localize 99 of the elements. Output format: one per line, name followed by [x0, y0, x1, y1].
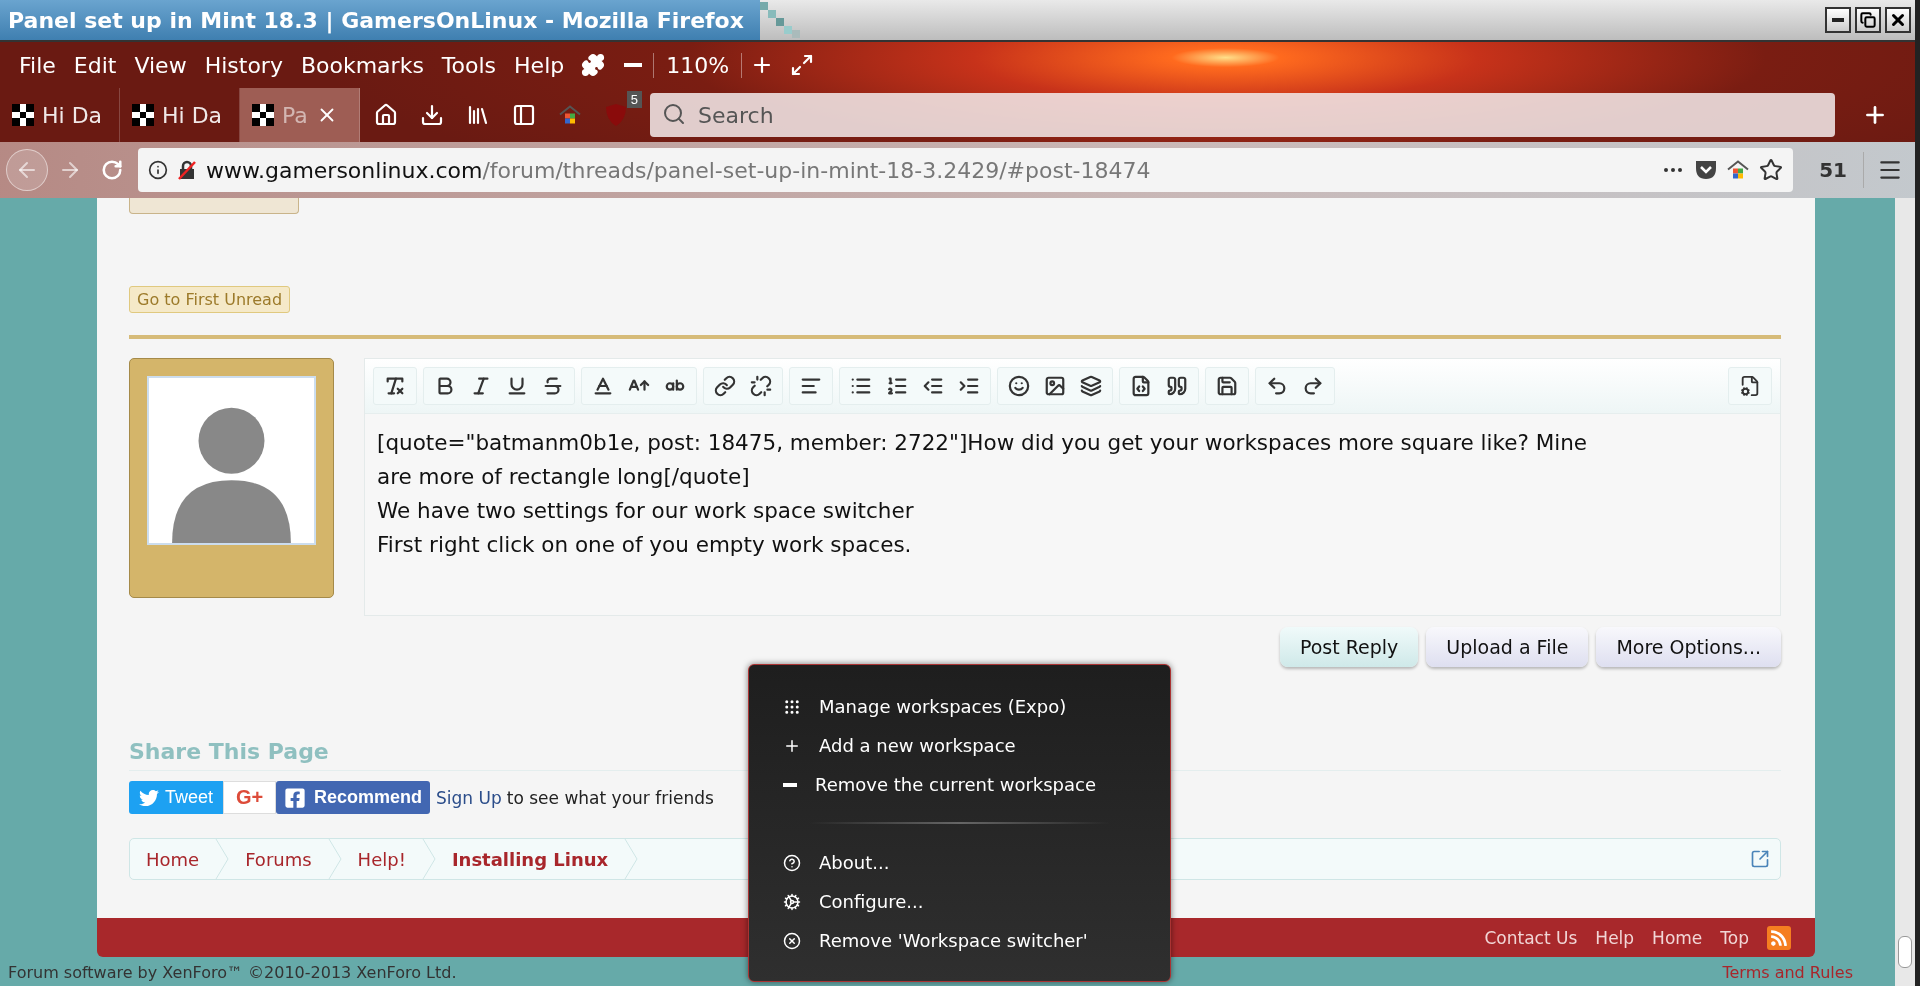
save-icon[interactable] [1216, 375, 1238, 397]
numbered-list-icon[interactable] [886, 375, 908, 397]
footer-link[interactable]: Home [1652, 927, 1703, 948]
restore-icon[interactable] [1860, 12, 1876, 28]
menu-item[interactable]: Configure... [749, 882, 1170, 921]
menu-item-label: Remove the current workspace [815, 774, 1097, 795]
address-field[interactable]: www.gamersonlinux.com/forum/threads/panel-set-up-in-mint-18-3.2429/#post-18474 [138, 148, 1794, 192]
menu-item-label: About... [819, 852, 890, 873]
tab-favicon-icon [132, 104, 154, 126]
footer-link[interactable]: Help [1595, 927, 1635, 948]
pixel-decoration-drawing [759, 2, 800, 38]
breadcrumb-link[interactable]: Help! [341, 848, 422, 870]
gears-icon [783, 892, 801, 911]
menu-item[interactable]: View [125, 52, 196, 78]
fullscreen-icon[interactable] [790, 53, 815, 77]
recommend-text: to see what your friends [506, 787, 714, 808]
url-text: www.gamersonlinux.com/forum/threads/panel-set-up-in-mint-18-3.2429/#post-18474 [206, 157, 1152, 183]
outdent-icon[interactable] [922, 375, 944, 397]
download-icon[interactable] [420, 103, 444, 127]
menu-item[interactable]: Help [505, 52, 574, 78]
zoom-level: 110% [653, 52, 743, 78]
menu-item-label: Remove 'Workspace switcher' [819, 930, 1088, 951]
jump-icon[interactable] [1750, 849, 1770, 869]
remove-icon [783, 931, 801, 950]
clear-format-icon[interactable] [384, 375, 406, 397]
grid-icon [783, 697, 801, 716]
media-icon[interactable] [1080, 375, 1102, 397]
breadcrumb-link[interactable]: Forums [229, 848, 328, 870]
action-button[interactable]: Upload a File [1426, 627, 1589, 667]
underline-icon[interactable] [506, 375, 528, 397]
action-button[interactable]: More Options... [1596, 627, 1781, 667]
editor-text: are more of rectangle long[/quote] [377, 463, 751, 491]
editor-text: First right click on one of you empty work spaces. [377, 531, 913, 559]
colored-house-icon[interactable] [1727, 160, 1750, 180]
tab-title: Hi Da [42, 102, 103, 128]
font-color-icon[interactable] [592, 375, 614, 397]
sidebar-icon[interactable] [512, 103, 536, 127]
google-plus-button[interactable]: G+ [223, 781, 277, 814]
menu-item[interactable]: Tools [432, 52, 506, 78]
undo-icon[interactable] [1266, 375, 1288, 397]
tab-favicon-icon [252, 104, 274, 126]
tab-title: Pa [282, 102, 308, 128]
tab-title: Hi Da [162, 102, 223, 128]
puzzle-icon[interactable] [581, 53, 606, 77]
window-title: Panel set up in Mint 18.3 | GamersOnLinux - Mozilla Firefox [0, 0, 760, 40]
home-icon[interactable] [374, 103, 398, 127]
menu-item[interactable]: About... [749, 843, 1170, 882]
menu-item-label: Configure... [819, 891, 924, 912]
menu-item[interactable]: History [195, 52, 292, 78]
menu-item[interactable]: Bookmarks [291, 52, 433, 78]
menu-item-label: Manage workspaces (Expo) [819, 696, 1067, 717]
copyright-text: Forum software by XenForo™ ©2010-2013 XenForo Ltd. [8, 963, 457, 982]
code-icon[interactable] [1130, 375, 1152, 397]
footer-link[interactable]: Top [1720, 927, 1749, 948]
minus-icon [783, 782, 797, 787]
menu-item[interactable]: Remove 'Workspace switcher' [749, 921, 1170, 960]
zoom-out-icon[interactable] [624, 63, 643, 67]
sign-up-link[interactable]: Sign Up [436, 787, 502, 808]
recommend-button[interactable]: Recommend [276, 781, 431, 814]
help-icon [783, 853, 801, 872]
star-icon[interactable] [1759, 158, 1784, 182]
reload-icon[interactable] [101, 159, 123, 181]
menu-item[interactable]: File [10, 52, 65, 78]
editor-text: We have two settings for our work space switcher [377, 497, 915, 525]
counter: 51 [1818, 158, 1848, 182]
restore-button[interactable] [1855, 7, 1881, 33]
breadcrumb-link[interactable]: Installing Linux [435, 848, 625, 870]
search-icon [662, 102, 686, 126]
redo-icon[interactable] [1302, 375, 1324, 397]
rss-icon[interactable] [1767, 925, 1791, 950]
source-mode-icon[interactable] [1739, 375, 1761, 397]
editor-text: [quote="batmanm0b1e, post: 18475, member: 2722"]How did you get your workspaces more square like? Mine [377, 429, 1589, 457]
search-field[interactable]: Search [650, 93, 1835, 137]
colored-house-icon[interactable] [559, 105, 581, 125]
bird-icon [139, 787, 159, 808]
align-left-icon[interactable] [800, 375, 822, 397]
crossed-lock-icon[interactable] [178, 160, 196, 180]
link-icon[interactable] [714, 375, 736, 397]
image-icon[interactable] [1044, 375, 1066, 397]
reply-editor[interactable] [364, 358, 1781, 616]
pocket-icon[interactable] [1695, 160, 1718, 180]
library-icon[interactable] [466, 103, 490, 127]
breadcrumb-link[interactable]: Home [130, 848, 216, 870]
smiley-icon[interactable] [1008, 375, 1030, 397]
scrollbar-thumb[interactable] [1898, 936, 1912, 968]
menu-item[interactable]: Edit [64, 52, 126, 78]
info-icon[interactable] [148, 160, 168, 180]
badge: 5 [626, 91, 642, 108]
indent-icon[interactable] [958, 375, 980, 397]
quote-icon[interactable] [1166, 375, 1188, 397]
unlink-icon[interactable] [750, 375, 772, 397]
menu-item[interactable]: Manage workspaces (Expo) [749, 687, 1170, 726]
bullet-list-icon[interactable] [850, 375, 872, 397]
post-reply-button[interactable]: Post Reply [1279, 627, 1419, 667]
footer-link[interactable]: Contact Us [1484, 927, 1578, 948]
strikethrough-icon[interactable] [542, 375, 564, 397]
minimize-button[interactable] [1825, 7, 1851, 33]
facebook-icon [284, 786, 307, 809]
tab-favicon-icon [12, 104, 34, 126]
